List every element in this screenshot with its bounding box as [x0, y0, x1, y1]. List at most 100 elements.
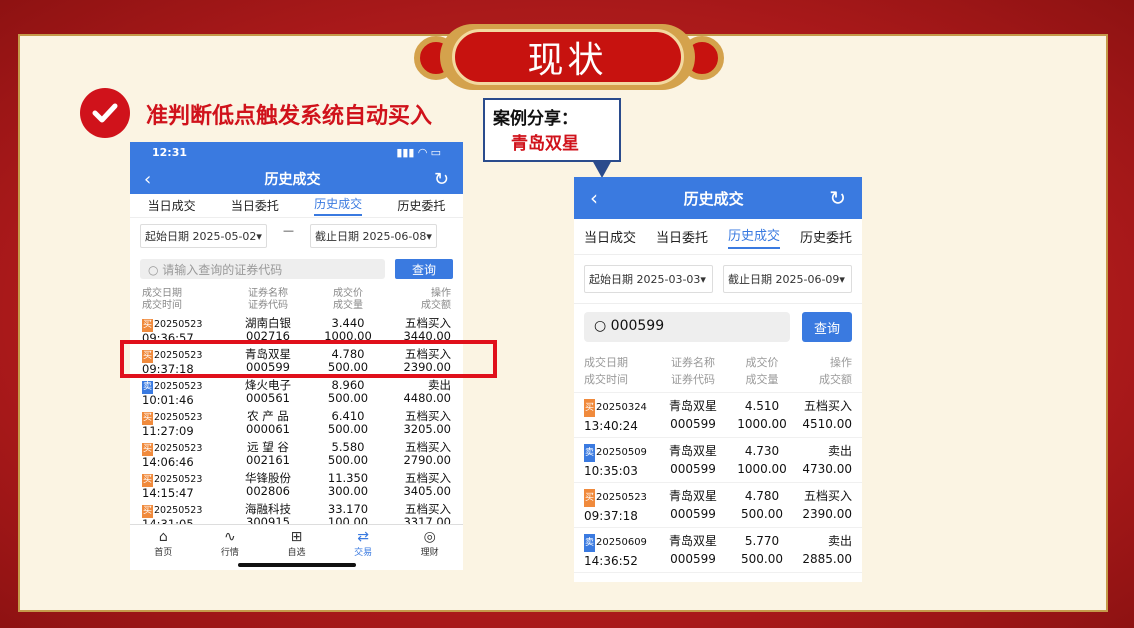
table-row[interactable]: 买 20250523 14:15:47 华锋股份 002806 11.350 300.00 五…	[130, 471, 463, 502]
search-value: 000599	[610, 318, 665, 334]
query-button[interactable]: 查询	[395, 259, 453, 279]
security-code: 000599	[670, 552, 716, 566]
security-code: 000561	[246, 391, 290, 405]
deal-date: 20250609	[596, 537, 647, 548]
query-button[interactable]: 查询	[802, 312, 852, 342]
nav-finance[interactable]: ◎ 理财	[405, 529, 455, 570]
operation: 五档买入	[405, 409, 451, 423]
deal-time: 11:27:09	[142, 424, 194, 438]
search-icon: ○	[594, 318, 607, 334]
trade-tag: 卖	[584, 444, 596, 462]
callout-line-1: 案例分享：	[493, 109, 578, 129]
start-date-select[interactable]: 起始日期 2025-05-02▾	[140, 224, 267, 248]
refresh-icon[interactable]: ↻	[434, 169, 449, 190]
deal-price: 4.780	[744, 489, 780, 503]
home-icon: ⌂	[158, 529, 168, 545]
table-row[interactable]: 买 20250523 09:37:18 青岛双星 000599 4.780 500.00 五档…	[574, 483, 862, 528]
tab-today-deals[interactable]: 当日成交	[584, 227, 636, 246]
deal-time: 10:35:03	[584, 464, 638, 478]
tab-history-deals[interactable]: 历史成交	[727, 225, 780, 249]
security: 烽火电子 000561	[224, 379, 312, 408]
back-icon[interactable]: ‹	[590, 186, 598, 210]
deal-qty: 500.00	[741, 507, 783, 521]
end-date-select[interactable]: 截止日期 2025-06-08▾	[309, 224, 437, 248]
tab-history-deals[interactable]: 历史成交	[314, 195, 363, 216]
operation: 五档买入	[405, 471, 451, 485]
deal-price: 5.580	[331, 440, 365, 454]
security: 青岛双星 000599	[656, 442, 730, 480]
status-bar: 12:31 ▮▮▮ ◠ ▭	[130, 142, 463, 164]
title-badge: 现状	[440, 24, 695, 90]
deal-qty: 500.00	[327, 453, 369, 467]
security-name: 烽火电子	[245, 378, 291, 392]
security-name: 海融科技	[245, 502, 291, 516]
date-filter: 起始日期 2025-03-03▾ 截止日期 2025-06-09▾	[574, 255, 862, 304]
operation: 五档买入	[405, 316, 451, 330]
search-input[interactable]: ○ 请输入查询的证券代码	[140, 259, 385, 279]
price-qty: 4.510 1000.00	[730, 397, 794, 435]
table-row[interactable]: 买 20250523 14:06:46 远 望 谷 002161 5.580 500.00 五…	[130, 440, 463, 471]
table-row[interactable]: 买 20250523 11:27:09 农 产 品 000061 6.410 500.00 五…	[130, 409, 463, 440]
table-header: 成交日期 成交时间 证券名称 证券代码 成交价 成交量 操作 成交额	[574, 350, 862, 393]
trade-tag: 买	[584, 489, 596, 507]
checkmark-icon	[80, 88, 130, 138]
tab-history-orders[interactable]: 历史委托	[800, 227, 852, 246]
op-amount: 卖出 4730.00	[794, 442, 852, 480]
search-input[interactable]: ○ 000599	[584, 312, 790, 342]
deal-date: 20250523	[154, 381, 203, 392]
nav-home[interactable]: ⌂ 首页	[138, 529, 188, 570]
right-phone-screenshot: ‹ 历史成交 ↻ 当日成交 当日委托 历史成交 历史委托 起始日期 2025-0…	[574, 177, 862, 582]
price-qty: 5.770 500.00	[730, 532, 794, 570]
back-icon[interactable]: ‹	[144, 169, 151, 190]
price-qty: 8.960 500.00	[312, 379, 384, 408]
tab-history-orders[interactable]: 历史委托	[397, 197, 445, 214]
page-title: 历史成交	[264, 172, 321, 188]
deal-price: 5.770	[744, 534, 780, 548]
security-name: 湖南白银	[245, 316, 291, 330]
header-date: 成交日期 成交时间	[142, 288, 182, 311]
operation: 卖出	[827, 534, 852, 548]
start-date-select[interactable]: 起始日期 2025-03-03▾	[584, 265, 713, 293]
refresh-icon[interactable]: ↻	[829, 186, 846, 210]
security-code: 000599	[670, 507, 716, 521]
security: 远 望 谷 002161	[224, 441, 312, 470]
price-qty: 5.580 500.00	[312, 441, 384, 470]
op-amount: 卖出 2885.00	[794, 532, 852, 570]
deal-price: 8.960	[331, 378, 365, 392]
date-filter: 起始日期 2025-05-02▾ — 截止日期 2025-06-08▾	[130, 218, 463, 254]
tab-today-deals[interactable]: 当日成交	[148, 197, 196, 214]
table-header: 成交日期 成交时间 证券名称 证券代码 成交价 成交量 操作 成交额	[130, 284, 463, 316]
security: 青岛双星 000599	[656, 397, 730, 435]
table-row[interactable]: 买 20250324 13:40:24 青岛双星 000599 4.510 1000.00 五…	[574, 393, 862, 438]
table-row[interactable]: 卖 20250609 14:36:52 青岛双星 000599 5.770 500.00 卖出…	[574, 528, 862, 573]
op-amount: 五档买入 2790.00	[384, 441, 451, 470]
header-op: 操作 成交额	[819, 356, 852, 386]
table-row[interactable]: 卖 20250523 10:01:46 烽火电子 000561 8.960 500.00 卖出…	[130, 378, 463, 409]
security-name: 青岛双星	[668, 399, 717, 413]
app-header: ‹ 历史成交 ↻	[130, 164, 463, 194]
security: 青岛双星 000599	[656, 487, 730, 525]
tab-today-orders[interactable]: 当日委托	[231, 197, 279, 214]
deal-date: 20250523	[596, 492, 647, 503]
security-name: 农 产 品	[247, 409, 289, 423]
deal-price: 3.440	[331, 316, 365, 330]
security-code: 000599	[670, 417, 716, 431]
deal-amount: 3405.00	[403, 484, 451, 498]
end-date-select[interactable]: 截止日期 2025-06-09▾	[723, 265, 852, 293]
header-date: 成交日期 成交时间	[584, 356, 628, 386]
table-row[interactable]: 卖 20250509 10:35:03 青岛双星 000599 4.730 1000.00 卖…	[574, 438, 862, 483]
security: 华锋股份 002806	[224, 472, 312, 501]
security-code: 002161	[246, 453, 290, 467]
header-price: 成交价 成交量	[745, 356, 779, 386]
security-name: 远 望 谷	[247, 440, 289, 454]
security-code: 000061	[246, 422, 290, 436]
home-indicator	[238, 563, 356, 567]
deal-date: 20250523	[154, 474, 203, 485]
deal-date: 20250523	[154, 505, 203, 516]
tab-today-orders[interactable]: 当日委托	[656, 227, 708, 246]
operation: 卖出	[428, 378, 451, 392]
deal-date: 20250523	[154, 443, 203, 454]
deal-date-time: 卖 20250523 10:01:46	[142, 379, 224, 408]
security-name: 青岛双星	[668, 534, 717, 548]
header-name: 证券名称 证券代码	[248, 288, 288, 311]
